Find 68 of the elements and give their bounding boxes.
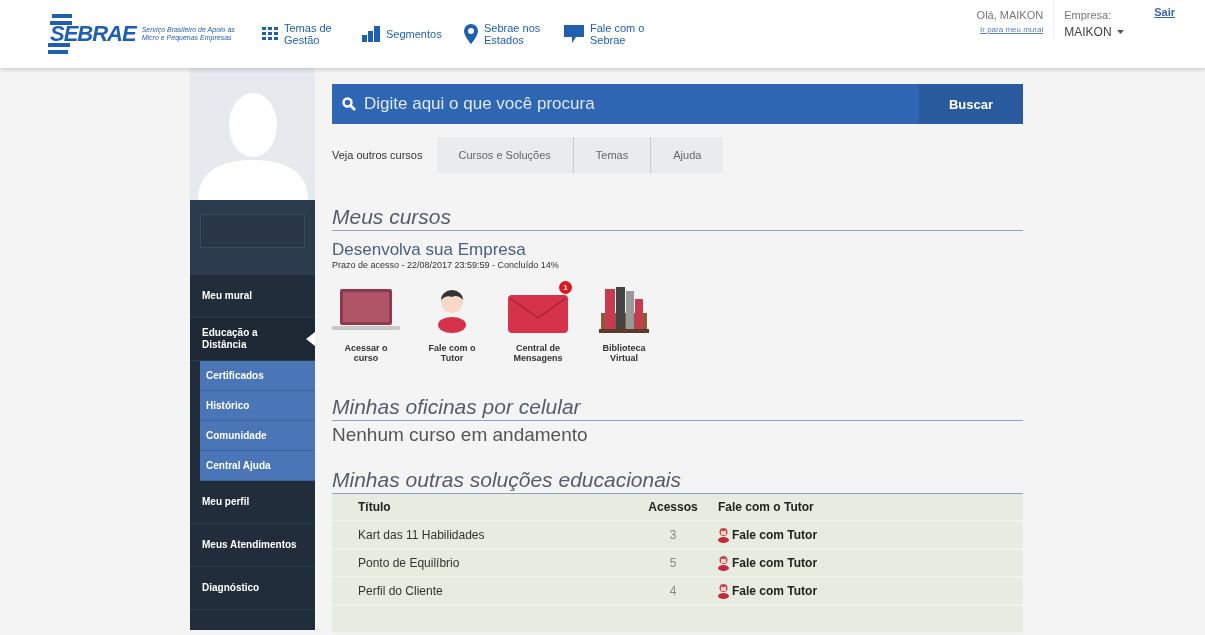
table-cell-text: 4 <box>668 584 678 598</box>
course-action[interactable]: Biblioteca Virtual <box>590 285 658 363</box>
course-action[interactable]: Fale com o Tutor <box>418 285 486 363</box>
action-label: Fale com o Tutor <box>427 343 477 363</box>
nav-link[interactable]: Sebrae nos Estados <box>464 22 552 46</box>
person-icon <box>718 527 729 543</box>
nav-link[interactable]: Temas de Gestão <box>262 22 350 46</box>
person-icon <box>718 555 729 571</box>
course-action[interactable]: Acessar o curso <box>332 285 400 363</box>
action-label: Biblioteca Virtual <box>601 343 647 363</box>
sidebar-item[interactable]: Meu perfil <box>190 481 315 524</box>
mural-link[interactable]: Ir para meu mural <box>980 25 1044 34</box>
sidebar-item[interactable]: Meus Atendimentos <box>190 524 315 567</box>
section-heading: Minhas oficinas por celular <box>332 395 1023 421</box>
caret-icon <box>1116 30 1124 34</box>
laptop-icon <box>332 289 400 333</box>
column-header: Acessos <box>647 500 699 514</box>
person-icon <box>718 583 729 599</box>
column-header: Título <box>358 500 392 514</box>
tab[interactable]: Ajuda <box>651 137 724 173</box>
submenu-item[interactable]: Comunidade <box>200 421 315 451</box>
bar-chart-icon <box>362 26 380 42</box>
table-cell-text: 5 <box>668 556 678 570</box>
table-cell-text: 3 <box>668 528 678 542</box>
count-badge: 1 <box>559 281 572 294</box>
envelope-icon <box>508 295 568 333</box>
sidebar-item[interactable]: Meu mural <box>190 275 315 318</box>
tutor-link[interactable]: Fale com Tutor <box>718 555 1023 571</box>
search-icon <box>342 97 356 111</box>
table-cell-text: Ponto de Equilíbrio <box>358 556 461 570</box>
submenu-item[interactable]: Certificados <box>200 361 315 391</box>
submenu-item[interactable]: Histórico <box>200 391 315 421</box>
nav-label: Segmentos <box>386 28 443 40</box>
nav-label: Fale com o Sebrae <box>590 22 646 46</box>
section-heading: Meus cursos <box>332 205 1023 231</box>
column-header: Fale com o Tutor <box>718 500 815 514</box>
tutor-link[interactable]: Fale com Tutor <box>718 527 1023 543</box>
empty-message: Nenhum curso em andamento <box>332 424 589 446</box>
chat-icon <box>564 25 584 43</box>
nav-link[interactable]: Segmentos <box>362 26 452 42</box>
action-label: Central de Mensagens <box>512 343 564 363</box>
books-icon <box>599 285 649 333</box>
company-dropdown[interactable]: MAIKON <box>1064 25 1137 39</box>
company-label: Empresa: <box>1064 9 1113 21</box>
submenu-item[interactable]: Central Ajuda <box>200 451 315 481</box>
map-pin-icon <box>464 24 478 44</box>
sidebar-item[interactable]: Educação a Distância <box>190 318 315 361</box>
nav-label: Temas de Gestão <box>284 22 333 46</box>
table-cell-text: Perfil do Cliente <box>358 584 444 598</box>
tutor-link[interactable]: Fale com Tutor <box>718 583 1023 599</box>
pointer-icon <box>306 332 315 346</box>
grid-icon <box>262 27 278 41</box>
tab[interactable]: Temas <box>573 137 652 173</box>
sidebar-item[interactable]: Diagnóstico <box>190 567 315 610</box>
tab[interactable]: Cursos e Soluções <box>436 137 574 173</box>
course-title[interactable]: Desenvolva sua Empresa <box>332 240 1023 260</box>
logo[interactable]: SEBRAE <box>50 21 136 47</box>
tabs-label: Veja outros cursos <box>332 149 423 161</box>
action-label: Acessar o curso <box>343 343 389 363</box>
user-greeting: Olá, MAIKON <box>976 9 1044 21</box>
logout-link[interactable]: Sair <box>1154 6 1175 18</box>
table-cell-text: Kart das 11 Habilidades <box>358 528 486 542</box>
nav-link[interactable]: Fale com o Sebrae <box>564 22 652 46</box>
sidebar-item[interactable] <box>190 610 315 630</box>
search-input[interactable]: Digite aqui o que você procura <box>356 94 919 114</box>
search-button[interactable]: Buscar <box>919 84 1023 124</box>
course-info: Prazo de acesso - 22/08/2017 23:59:59 - Concluído 14% <box>332 260 560 270</box>
nav-label: Sebrae nos Estados <box>484 22 542 46</box>
